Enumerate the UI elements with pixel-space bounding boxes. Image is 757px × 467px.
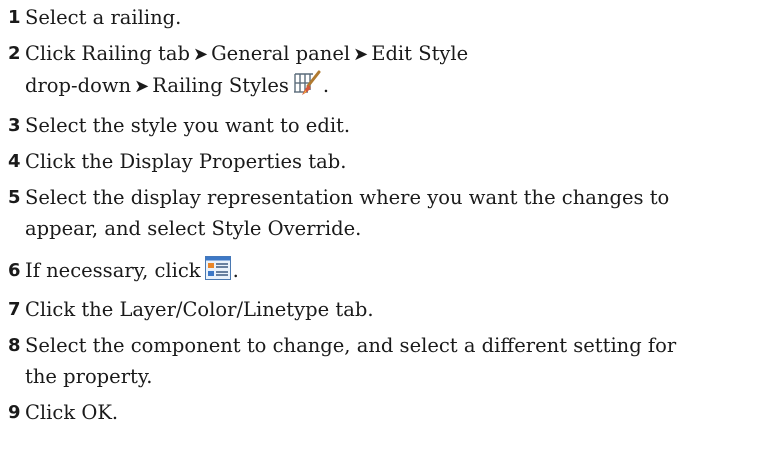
step-number: 3	[8, 115, 21, 136]
step-number: 9	[8, 402, 21, 423]
step-number: 5	[8, 187, 21, 208]
procedure-steps: 1 Select a railing. 2 Click Railing tab ➤…	[8, 2, 753, 428]
step-5: 5 Select the display representation wher…	[8, 182, 753, 244]
step-3: 3 Select the style you want to edit.	[8, 110, 753, 141]
arrow-separator-icon: ➤	[134, 76, 150, 97]
step-7: 7 Click the Layer/Color/Linetype tab.	[8, 294, 753, 325]
step-8: 8 Select the component to change, and se…	[8, 330, 753, 392]
step-9: 9 Click OK.	[8, 397, 753, 428]
step-text: Click the Layer/Color/Linetype tab.	[25, 298, 374, 321]
step-text: Click OK.	[25, 401, 119, 424]
arrow-separator-icon: ➤	[192, 44, 209, 65]
step-number: 4	[8, 151, 21, 172]
step-text-line: Select the component to change, and sele…	[25, 334, 677, 357]
step-text-part: General panel	[211, 42, 351, 65]
step-text-line: Click Railing tab ➤ General panel ➤ Edit Sty…	[25, 38, 753, 70]
step-text-line: the property.	[25, 365, 153, 388]
arrow-separator-icon: ➤	[353, 44, 369, 65]
edit-display-properties-icon	[204, 256, 231, 289]
step-text: Select the style you want to edit.	[25, 114, 351, 137]
step-6: 6 If necessary, click .	[8, 255, 753, 289]
step-text-part: .	[322, 74, 330, 97]
step-text-part: Edit Style	[371, 42, 469, 65]
step-text-line: drop-down ➤ Railing Styles .	[25, 70, 753, 105]
step-text-line: If necessary, click .	[25, 255, 753, 289]
step-text-line: appear, and select Style Override.	[25, 217, 362, 240]
step-text-part: Railing Styles	[152, 74, 289, 97]
step-number: 8	[8, 335, 21, 356]
step-text: Click the Display Properties tab.	[25, 150, 347, 173]
step-4: 4 Click the Display Properties tab.	[8, 146, 753, 177]
step-number: 1	[8, 7, 21, 28]
step-number: 7	[8, 299, 21, 320]
step-2: 2 Click Railing tab ➤ General panel ➤ Edit S…	[8, 38, 753, 105]
step-text-part: Click Railing tab	[25, 42, 190, 65]
step-number: 2	[8, 43, 21, 64]
step-text-part: .	[232, 259, 239, 282]
railing-styles-icon	[293, 70, 321, 105]
step-number: 6	[8, 260, 21, 281]
step-text-part: If necessary, click	[25, 259, 201, 282]
step-1: 1 Select a railing.	[8, 2, 753, 33]
step-text-line: Select the display representation where …	[25, 186, 670, 209]
step-text-part: drop-down	[25, 74, 132, 97]
step-text: Select a railing.	[25, 6, 182, 29]
